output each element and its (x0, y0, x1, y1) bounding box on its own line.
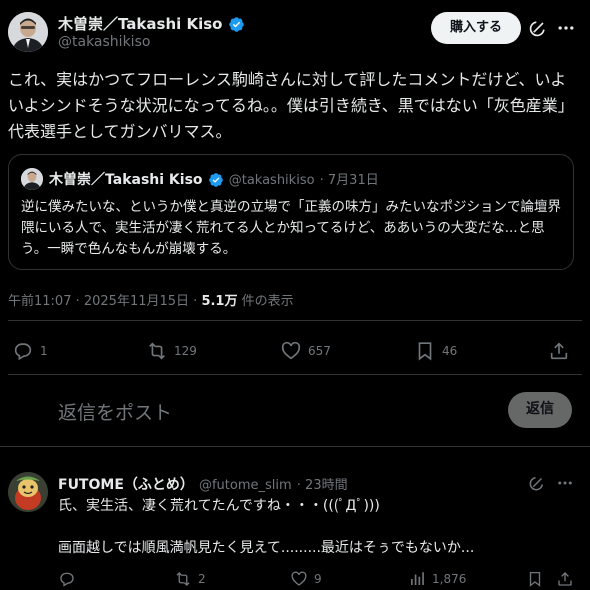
bookmark-icon (529, 571, 541, 587)
reply-author-handle[interactable]: @futome_slim (199, 478, 292, 493)
reply-repost-action[interactable]: 2 (174, 570, 206, 588)
views-label: 件の表示 (237, 294, 294, 309)
author-name[interactable]: 木曽崇／Takashi Kiso (58, 13, 245, 34)
grok-icon[interactable] (528, 18, 548, 38)
reply-share-action[interactable] (556, 570, 574, 588)
reply-header: FUTOME（ふとめ） @futome_slim · 23時間 (58, 474, 348, 494)
reply-reply-action[interactable] (58, 570, 82, 588)
more-options-icon[interactable] (556, 18, 576, 38)
reply-input[interactable]: 返信をポスト (58, 398, 478, 425)
quoted-date: · 7月31日 (319, 173, 379, 188)
reply-author-name[interactable]: FUTOME（ふとめ） (58, 477, 194, 493)
buy-button[interactable]: 購入する (431, 12, 521, 44)
grok-icon[interactable] (528, 474, 546, 492)
verified-badge-icon (208, 172, 223, 187)
reply-icon (60, 572, 74, 587)
reply-views-action[interactable]: 1,876 (408, 570, 466, 588)
quoted-author-name: 木曽崇／Takashi Kiso (49, 172, 203, 188)
reply-icon (14, 343, 32, 361)
tweet-text: これ、実はかつてフローレンス駒崎さんに対して評したコメントだけど、いよいよシンド… (8, 70, 574, 141)
reply-count: 1 (40, 344, 48, 358)
divider (8, 374, 582, 375)
reply-text-line-2: 画面越しでは順風満帆見たく見えて.........最近はそぅでもないか... (58, 540, 475, 556)
verified-badge-icon (228, 17, 244, 32)
reply-text-line-1: 氏、実生活、凄く荒れてたんですね・・・(((ﾟДﾟ))) (58, 498, 380, 514)
reply-like-count: 9 (314, 572, 322, 586)
analytics-icon (411, 572, 424, 585)
repost-count: 129 (174, 344, 197, 358)
heart-icon (281, 341, 301, 360)
reply-views-count: 1,876 (432, 572, 467, 586)
author-avatar[interactable] (8, 12, 48, 52)
share-action[interactable] (548, 340, 570, 362)
share-icon (558, 572, 572, 586)
reply-author-avatar[interactable] (8, 472, 48, 512)
divider (8, 320, 582, 321)
reply-like-action[interactable]: 9 (290, 570, 322, 588)
like-action[interactable]: 657 (280, 340, 331, 362)
share-icon (550, 342, 568, 360)
reply-repost-count: 2 (198, 572, 206, 586)
reply-time[interactable]: · 23時間 (297, 478, 348, 493)
views-count: 5.1万 (201, 294, 238, 309)
divider (0, 446, 590, 447)
bookmark-action[interactable]: 46 (414, 340, 457, 362)
quoted-author-handle: @takashikiso (228, 173, 315, 188)
repost-icon (149, 342, 165, 360)
repost-icon (176, 572, 190, 586)
quoted-text: 逆に僕みたいな、というか僕と真逆の立場で「正義の味方」みたいなポジションで論壇界… (21, 199, 561, 257)
timestamp[interactable]: 午前11:07 · 2025年11月15日 · (8, 294, 201, 309)
like-count: 657 (308, 344, 331, 358)
repost-action[interactable]: 129 (146, 340, 197, 362)
quoted-header: 木曽崇／Takashi Kiso @takashikiso · 7月31日 (49, 169, 379, 189)
more-options-icon[interactable] (556, 474, 574, 492)
reply-button[interactable]: 返信 (508, 392, 572, 428)
reply-bookmark-action[interactable] (526, 570, 544, 588)
author-handle[interactable]: @takashikiso (58, 34, 150, 50)
quoted-author-avatar (21, 168, 43, 190)
bookmark-count: 46 (442, 344, 458, 358)
tweet-meta: 午前11:07 · 2025年11月15日 · 5.1万 件の表示 (8, 290, 294, 309)
quoted-tweet[interactable]: 木曽崇／Takashi Kiso @takashikiso · 7月31日 逆に… (8, 154, 574, 270)
heart-icon (291, 571, 307, 586)
bookmark-icon (418, 342, 432, 361)
reply-action[interactable]: 1 (12, 340, 48, 362)
